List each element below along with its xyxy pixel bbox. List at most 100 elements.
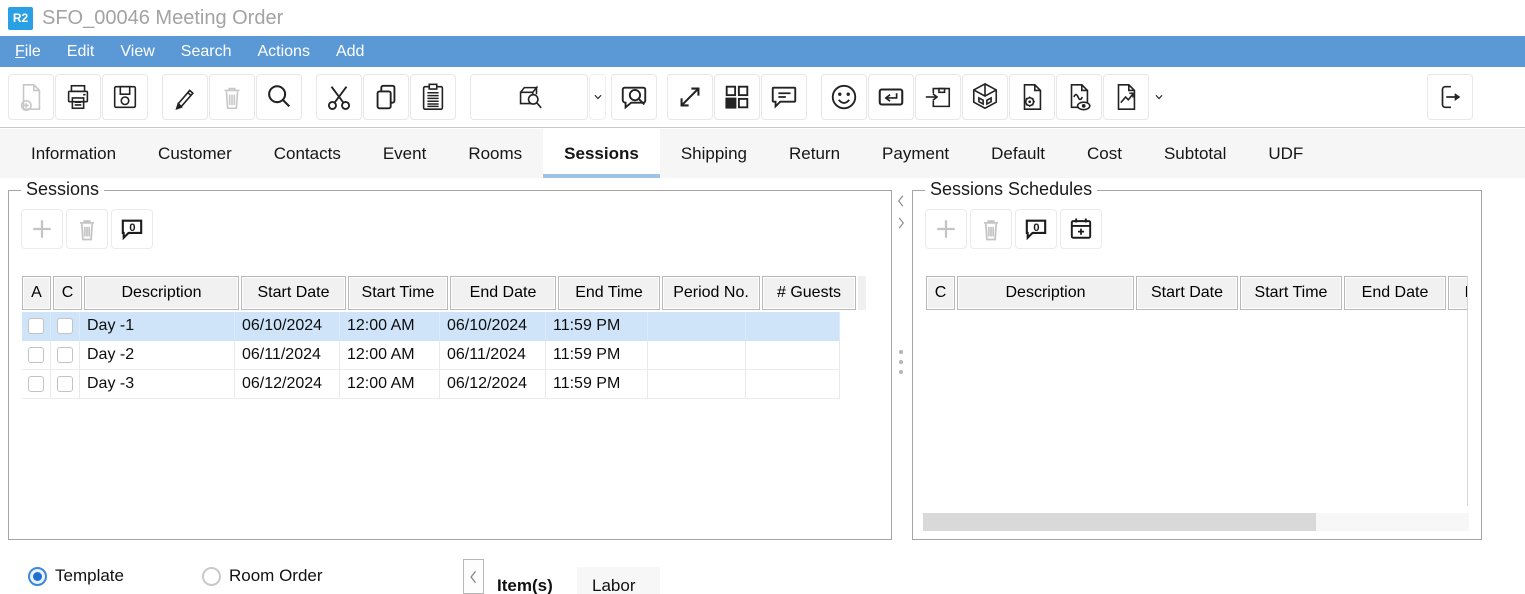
menu-actions[interactable]: Actions xyxy=(244,43,322,61)
scrollbar-thumb[interactable] xyxy=(923,513,1316,531)
tab-cost[interactable]: Cost xyxy=(1066,129,1143,178)
room-view-button[interactable] xyxy=(962,74,1008,120)
chevron-left-icon xyxy=(895,191,907,211)
session-row-2[interactable]: Day -2 06/11/2024 12:00 AM 06/11/2024 11… xyxy=(22,341,840,370)
session-checkbox-c[interactable] xyxy=(57,347,73,363)
calendar-plus-icon xyxy=(1067,215,1095,243)
splitter-collapse-left-button[interactable] xyxy=(894,190,908,212)
column-header-end-date[interactable]: End Date xyxy=(1344,276,1446,310)
tab-default[interactable]: Default xyxy=(970,129,1066,178)
document-chart-icon xyxy=(1111,82,1141,112)
tab-items[interactable]: Item(s) xyxy=(497,576,553,594)
session-row-3[interactable]: Day -3 06/12/2024 12:00 AM 06/12/2024 11… xyxy=(22,370,840,399)
session-end-date: 06/11/2024 xyxy=(440,341,546,369)
column-header-start-time[interactable]: Start Time xyxy=(348,276,448,310)
column-header-start-date[interactable]: Start Date xyxy=(241,276,346,310)
item-search-dropdown-button[interactable] xyxy=(589,74,606,120)
session-row-1[interactable]: Day -1 06/10/2024 12:00 AM 06/10/2024 11… xyxy=(22,312,840,341)
session-checkbox-a[interactable] xyxy=(28,347,44,363)
template-radio[interactable]: Template xyxy=(28,566,124,586)
comment-button[interactable] xyxy=(761,74,807,120)
session-notes-button[interactable]: 0 xyxy=(111,209,153,249)
panel-splitter[interactable] xyxy=(894,190,910,540)
menu-file[interactable]: File xyxy=(2,43,54,61)
column-header-end-time-truncated[interactable]: E xyxy=(1448,276,1468,310)
edit-button[interactable] xyxy=(162,74,208,120)
quote-search-button[interactable] xyxy=(611,74,657,120)
tab-sessions[interactable]: Sessions xyxy=(543,129,660,178)
session-checkbox-a[interactable] xyxy=(28,318,44,334)
report-preview-button[interactable] xyxy=(1056,74,1102,120)
column-header-start-time[interactable]: Start Time xyxy=(1240,276,1342,310)
column-header-c[interactable]: C xyxy=(53,276,82,310)
scissors-icon xyxy=(324,82,354,112)
add-session-button[interactable] xyxy=(21,209,63,249)
report-dropdown-button[interactable] xyxy=(1150,74,1167,120)
add-schedule-button[interactable] xyxy=(925,209,967,249)
column-header-period-no[interactable]: Period No. xyxy=(662,276,760,310)
item-search-button[interactable] xyxy=(470,74,588,120)
column-header-guests[interactable]: # Guests xyxy=(762,276,856,310)
plus-icon xyxy=(28,215,56,243)
expand-button[interactable] xyxy=(667,74,713,120)
delete-schedule-button[interactable] xyxy=(970,209,1012,249)
order-settings-button[interactable] xyxy=(1009,74,1055,120)
collapse-bottom-panel-button[interactable] xyxy=(463,559,484,594)
check-in-button[interactable] xyxy=(915,74,961,120)
tab-rooms[interactable]: Rooms xyxy=(447,129,543,178)
tab-subtotal[interactable]: Subtotal xyxy=(1143,129,1247,178)
column-header-c[interactable]: C xyxy=(926,276,955,310)
tab-shipping[interactable]: Shipping xyxy=(660,129,768,178)
cut-button[interactable] xyxy=(316,74,362,120)
tab-labor[interactable]: Labor xyxy=(592,576,635,594)
print-button[interactable] xyxy=(55,74,101,120)
exit-button[interactable] xyxy=(1427,74,1473,120)
menu-search[interactable]: Search xyxy=(168,43,245,61)
session-period-no xyxy=(648,312,746,340)
search-button[interactable] xyxy=(256,74,302,120)
column-header-a[interactable]: A xyxy=(22,276,51,310)
tab-information[interactable]: Information xyxy=(10,129,137,178)
layout-grid-button[interactable] xyxy=(714,74,760,120)
column-header-end-date[interactable]: End Date xyxy=(450,276,556,310)
feedback-button[interactable] xyxy=(821,74,867,120)
delete-button[interactable] xyxy=(209,74,255,120)
schedules-horizontal-scrollbar[interactable] xyxy=(923,513,1469,531)
menu-add[interactable]: Add xyxy=(323,43,377,61)
save-button[interactable] xyxy=(102,74,148,120)
column-header-end-time[interactable]: End Time xyxy=(558,276,660,310)
tab-payment[interactable]: Payment xyxy=(861,129,970,178)
splitter-drag-handle[interactable] xyxy=(899,350,903,374)
session-checkbox-a[interactable] xyxy=(28,376,44,392)
tab-return[interactable]: Return xyxy=(768,129,861,178)
tab-contacts[interactable]: Contacts xyxy=(253,129,362,178)
report-button[interactable] xyxy=(1103,74,1149,120)
toolbar xyxy=(0,67,1525,128)
schedule-calendar-button[interactable] xyxy=(1060,209,1102,249)
tab-event[interactable]: Event xyxy=(362,129,447,178)
app-logo-r2: R2 xyxy=(8,7,33,30)
new-order-button[interactable] xyxy=(8,74,54,120)
menu-edit[interactable]: Edit xyxy=(54,43,108,61)
chevron-down-icon xyxy=(1152,90,1166,104)
session-checkbox-c[interactable] xyxy=(57,376,73,392)
return-button[interactable] xyxy=(868,74,914,120)
session-checkbox-c[interactable] xyxy=(57,318,73,334)
schedules-table: C Description Start Date Start Time End … xyxy=(926,276,1468,506)
footer: Template Room Order xyxy=(0,566,1525,594)
schedule-notes-button[interactable]: 0 xyxy=(1015,209,1057,249)
room-order-radio[interactable]: Room Order xyxy=(202,566,323,586)
room-order-radio-label: Room Order xyxy=(229,566,323,586)
splitter-expand-right-button[interactable] xyxy=(894,212,908,234)
column-header-description[interactable]: Description xyxy=(957,276,1134,310)
column-header-description[interactable]: Description xyxy=(84,276,239,310)
tab-udf[interactable]: UDF xyxy=(1247,129,1324,178)
tab-customer[interactable]: Customer xyxy=(137,129,253,178)
window-title: SFO_00046 Meeting Order xyxy=(42,7,283,30)
menu-view[interactable]: View xyxy=(107,43,167,61)
column-header-start-date[interactable]: Start Date xyxy=(1136,276,1238,310)
copy-button[interactable] xyxy=(363,74,409,120)
paste-button[interactable] xyxy=(410,74,456,120)
delete-session-button[interactable] xyxy=(66,209,108,249)
header-filler xyxy=(858,276,866,310)
